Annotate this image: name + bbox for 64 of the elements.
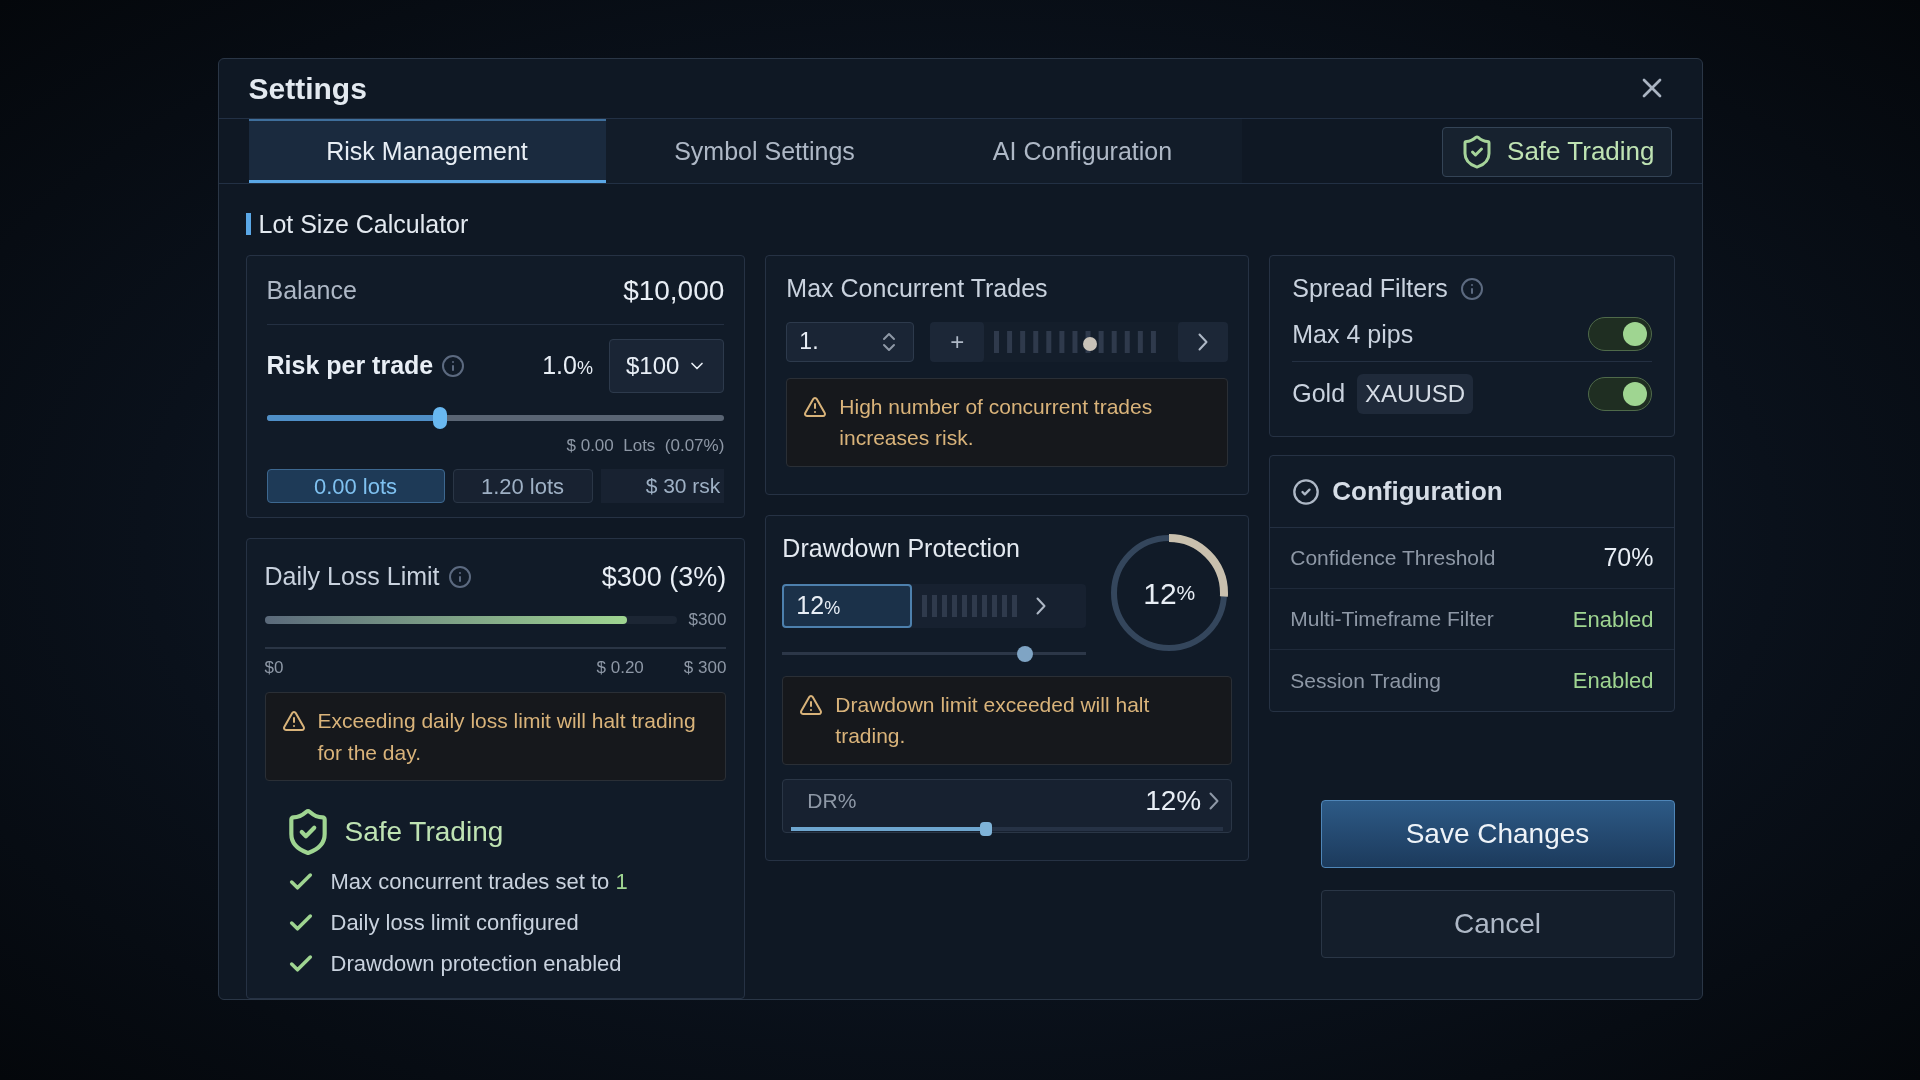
toggle-switch[interactable]	[1587, 317, 1652, 352]
info-icon[interactable]	[441, 354, 466, 378]
info-icon[interactable]	[1459, 276, 1484, 301]
check-item-text: Max concurrent trades set to 1	[330, 868, 628, 896]
symbol-tag: XAUUSD	[1357, 374, 1474, 414]
chevron-right-icon	[1209, 791, 1220, 810]
filter-label: Gold	[1292, 378, 1346, 410]
config-value: 70%	[1603, 542, 1654, 574]
risk-amount: $ 30 rsk	[600, 468, 725, 503]
card-title: Drawdown Protection	[782, 533, 1021, 564]
card-title: Max Concurrent Trades	[786, 273, 1049, 304]
config-label: Confidence Threshold	[1290, 545, 1496, 572]
config-value: Enabled	[1572, 667, 1654, 695]
safe-trading-badge: Safe Trading	[1442, 126, 1672, 177]
warning-text: Exceeding daily loss limit will halt trading for the day.	[317, 708, 697, 766]
bar-end-label: $300	[688, 609, 727, 631]
config-value: Enabled	[1572, 605, 1654, 634]
warning-icon	[803, 394, 828, 419]
card-title: Configuration	[1332, 475, 1503, 508]
balance-value: $10,000	[623, 274, 725, 308]
dr-label: DR%	[807, 787, 857, 814]
toggle-switch[interactable]	[1587, 377, 1652, 411]
config-label: Multi-Timeframe Filter	[1290, 606, 1494, 633]
warning-text: High number of concurrent trades increases risk.	[839, 393, 1154, 451]
warning-text: Drawdown limit exceeded will halt trading.	[835, 691, 1151, 749]
daily-loss-value: $300 (3%)	[601, 560, 727, 594]
daily-loss-label: Daily Loss Limit	[264, 561, 440, 592]
increment-button[interactable]: +	[930, 321, 985, 362]
card-title: Spread Filters	[1292, 273, 1448, 304]
risk-slider[interactable]	[266, 407, 725, 429]
safe-trading-title: Safe Trading	[344, 815, 504, 849]
config-label: Session Trading	[1290, 667, 1441, 694]
chevron-right-icon	[1036, 596, 1047, 615]
window-title: Settings	[248, 70, 367, 107]
risk-label: Risk per trade	[266, 350, 434, 382]
lots-note: $ 0.00 Lots (0.07%)	[566, 435, 725, 457]
lot-option[interactable]: 0.00 lots	[266, 468, 445, 503]
warning-icon	[799, 692, 824, 717]
amount-dropdown[interactable]: $100	[608, 339, 725, 393]
chevron-right-icon	[1198, 332, 1209, 351]
scale-label: $0	[264, 656, 284, 679]
check-item-text: Drawdown protection enabled	[330, 950, 622, 978]
scale-label: $ 300	[683, 656, 727, 679]
filter-label: Max 4 pips	[1292, 318, 1414, 350]
lot-option[interactable]: 1.20 lots	[452, 468, 593, 503]
tab[interactable]: Symbol Settings	[605, 118, 924, 183]
dr-value: 12%	[1145, 783, 1202, 818]
warning-icon	[281, 709, 306, 733]
cancel-button[interactable]: Cancel	[1320, 890, 1675, 958]
tab[interactable]: AI Configuration	[923, 118, 1242, 183]
check-circle-icon	[1292, 477, 1321, 506]
risk-percent: 1.0%	[542, 350, 593, 382]
drawdown-field[interactable]: 12%	[782, 583, 913, 628]
check-item-text: Daily loss limit configured	[330, 909, 579, 937]
next-button[interactable]	[1178, 321, 1229, 362]
number-field[interactable]: 1.	[786, 321, 915, 362]
scale-label: $ 0.20	[596, 656, 644, 679]
tab[interactable]: Risk Management	[248, 118, 606, 183]
balance-label: Balance	[266, 275, 357, 307]
info-icon[interactable]	[447, 564, 472, 589]
section-title: Lot Size Calculator	[258, 208, 469, 240]
section-marker	[245, 213, 251, 236]
drawdown-slider[interactable]	[782, 645, 1087, 662]
save-button[interactable]: Save Changes	[1320, 800, 1675, 868]
